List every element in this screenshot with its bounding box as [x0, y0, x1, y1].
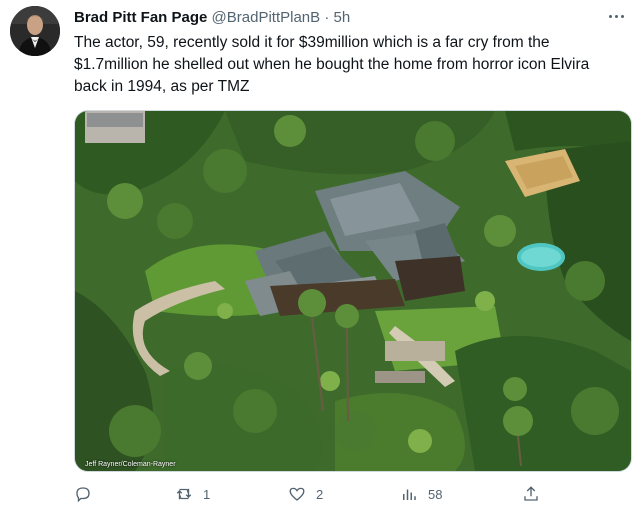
tweet-photo[interactable]: Jeff Rayner/Coleman-Rayner [74, 110, 632, 472]
share-icon [524, 486, 538, 501]
meta-separator: · [324, 9, 330, 26]
tweet-actions: 1 2 58 [74, 480, 630, 508]
views-count: 58 [428, 486, 443, 502]
avatar[interactable] [10, 6, 60, 56]
retweet-count: 1 [203, 486, 211, 502]
author-display-name[interactable]: Brad Pitt Fan Page [74, 9, 207, 26]
views-button[interactable]: 58 [400, 480, 442, 508]
reply-button[interactable] [74, 480, 102, 508]
author-handle[interactable]: @BradPittPlanB [212, 9, 321, 26]
views-icon [403, 489, 416, 500]
like-count: 2 [316, 486, 324, 502]
tweet-time[interactable]: 5h [334, 9, 351, 26]
retweet-icon [176, 488, 192, 500]
reply-icon [76, 487, 90, 503]
avatar-image [10, 6, 60, 56]
tweet-header: Brad Pitt Fan Page @BradPittPlanB · 5h [74, 8, 350, 28]
more-icon[interactable] [604, 6, 628, 26]
heart-icon [289, 487, 305, 501]
retweet-button[interactable]: 1 [175, 480, 210, 508]
aerial-house-photo [75, 111, 631, 471]
tweet-text: The actor, 59, recently sold it for $39m… [74, 34, 590, 95]
photo-credit: Jeff Rayner/Coleman-Rayner [85, 461, 176, 468]
share-button[interactable] [522, 480, 540, 508]
like-button[interactable]: 2 [288, 480, 323, 508]
